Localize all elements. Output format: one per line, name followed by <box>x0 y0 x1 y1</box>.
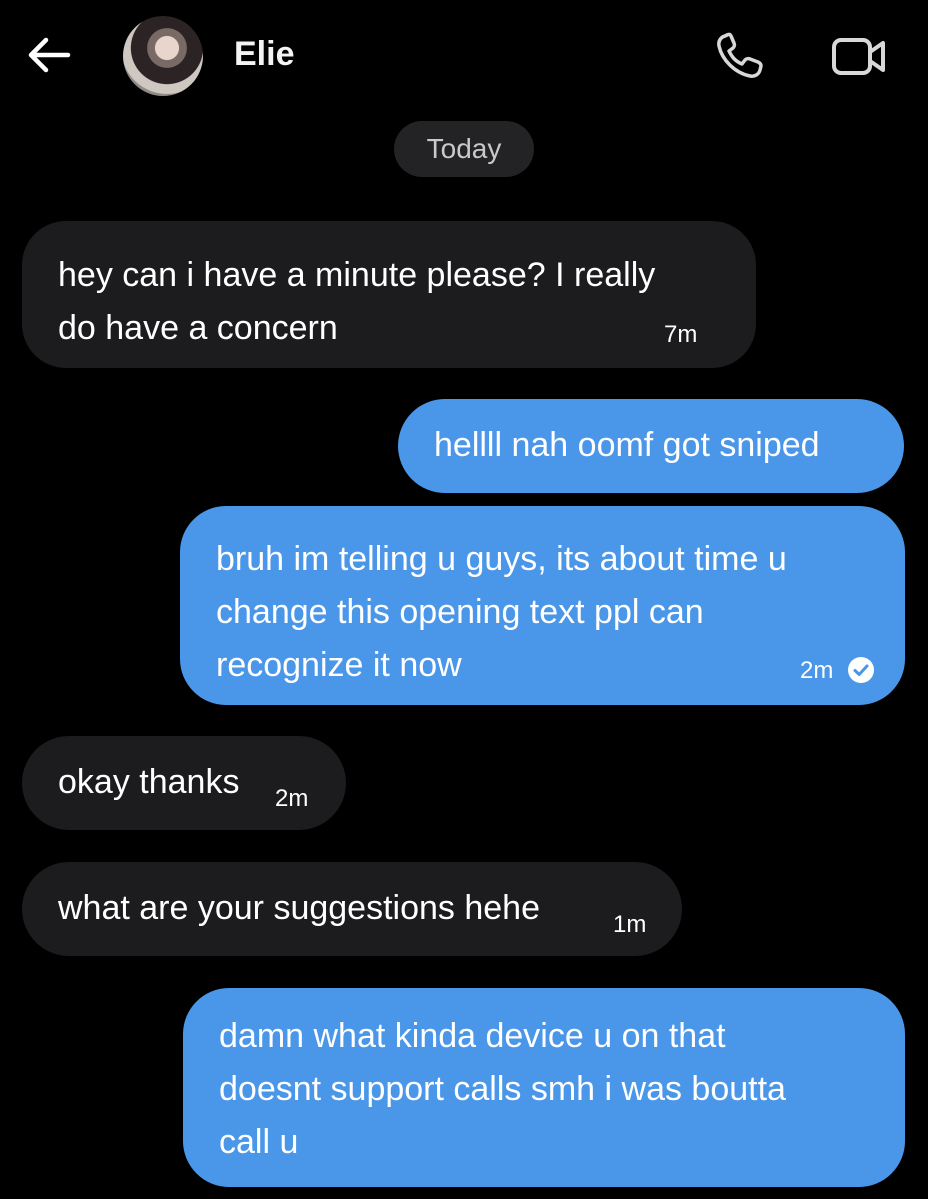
message-text: damn what kinda device u on that doesnt … <box>219 1017 786 1161</box>
message-text: hellll nah oomf got sniped <box>434 426 820 464</box>
avatar[interactable] <box>123 16 203 96</box>
message-text: hey can i have a minute please? I really… <box>58 256 656 347</box>
message-timestamp: 2m <box>275 785 309 812</box>
contact-name[interactable]: Elie <box>234 34 294 74</box>
arrow-left-icon <box>28 37 71 73</box>
video-call-button[interactable] <box>830 34 888 78</box>
message-timestamp: 1m <box>613 911 647 938</box>
back-button[interactable] <box>24 32 74 78</box>
message-bubble-incoming[interactable]: hey can i have a minute please? I really… <box>22 221 756 368</box>
message-bubble-outgoing[interactable]: damn what kinda device u on that doesnt … <box>183 988 905 1187</box>
message-bubble-outgoing[interactable]: bruh im telling u guys, its about time u… <box>180 506 905 705</box>
message-bubble-incoming[interactable]: okay thanks <box>22 736 346 830</box>
message-bubble-outgoing[interactable]: hellll nah oomf got sniped <box>398 399 904 493</box>
message-timestamp: 2m <box>800 657 834 684</box>
read-checkmark-icon <box>848 657 874 683</box>
chat-header: Elie <box>0 0 928 112</box>
message-bubble-incoming[interactable]: what are your suggestions hehe <box>22 862 682 956</box>
message-timestamp: 7m <box>664 321 698 348</box>
video-camera-icon <box>832 38 885 75</box>
date-divider: Today <box>394 121 534 177</box>
message-text: what are your suggestions hehe <box>58 889 540 927</box>
phone-icon <box>717 32 763 78</box>
call-button[interactable] <box>713 30 767 82</box>
